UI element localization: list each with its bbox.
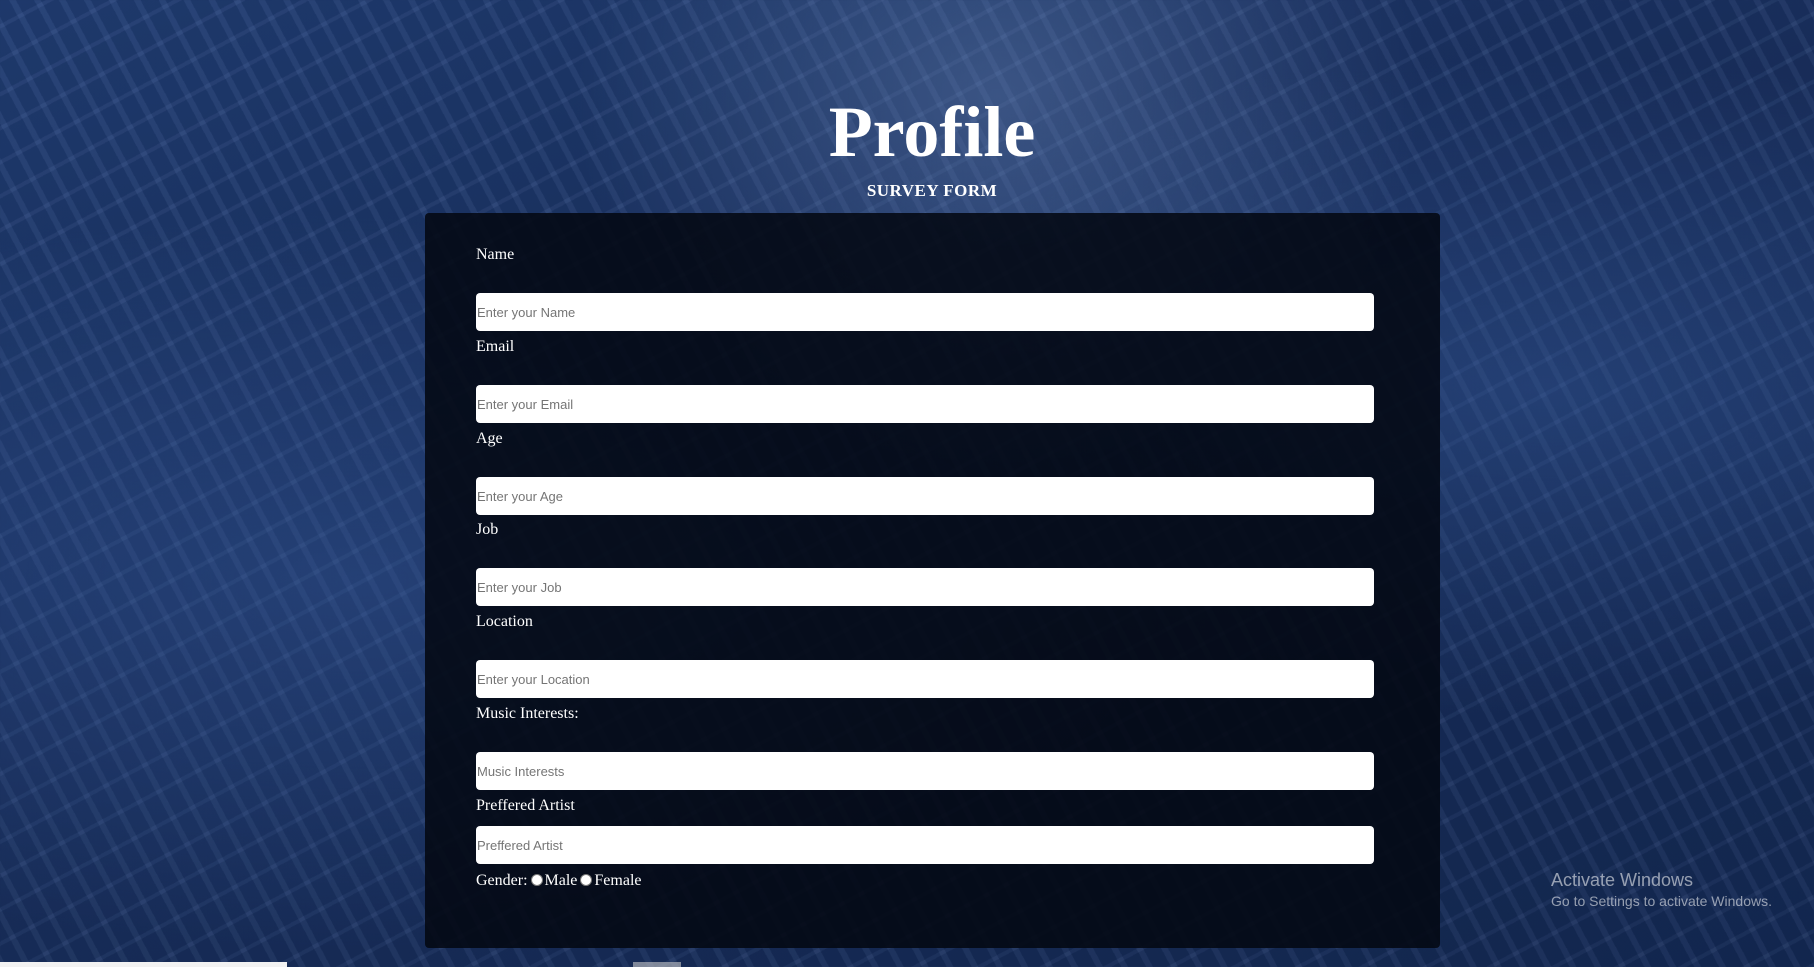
gender-group: Gender: Male Female xyxy=(476,871,642,891)
page-title: Profile xyxy=(828,92,1036,172)
job-label: Job xyxy=(476,521,499,538)
name-input[interactable] xyxy=(476,293,1374,331)
name-label: Name xyxy=(476,246,515,263)
page-subtitle: SURVEY FORM xyxy=(866,181,998,200)
taskbar-strip xyxy=(0,962,287,967)
email-label: Email xyxy=(476,338,515,355)
gender-label: Gender: xyxy=(476,872,528,889)
preferred-artist-input[interactable] xyxy=(476,826,1374,864)
watermark-title: Activate Windows xyxy=(1551,870,1694,890)
activate-windows-watermark: Activate Windows Go to Settings to activ… xyxy=(1551,868,1772,910)
taskbar-strip-segment xyxy=(633,962,681,967)
gender-female-label[interactable]: Female xyxy=(594,871,641,891)
age-label: Age xyxy=(476,430,503,447)
job-input[interactable] xyxy=(476,568,1374,606)
survey-form: Name Email Age Job Location Music Intere… xyxy=(425,213,1440,948)
gender-male-radio[interactable] xyxy=(530,874,543,886)
email-input[interactable] xyxy=(476,385,1374,423)
gender-female-radio[interactable] xyxy=(580,874,593,886)
location-input[interactable] xyxy=(476,660,1374,698)
location-label: Location xyxy=(476,613,533,630)
gender-male-label[interactable]: Male xyxy=(545,871,578,891)
music-interests-input[interactable] xyxy=(476,752,1374,790)
preferred-artist-label: Preffered Artist xyxy=(476,797,575,814)
music-interests-label: Music Interests: xyxy=(476,705,579,722)
watermark-subtitle: Go to Settings to activate Windows. xyxy=(1551,893,1772,909)
age-input[interactable] xyxy=(476,477,1374,515)
